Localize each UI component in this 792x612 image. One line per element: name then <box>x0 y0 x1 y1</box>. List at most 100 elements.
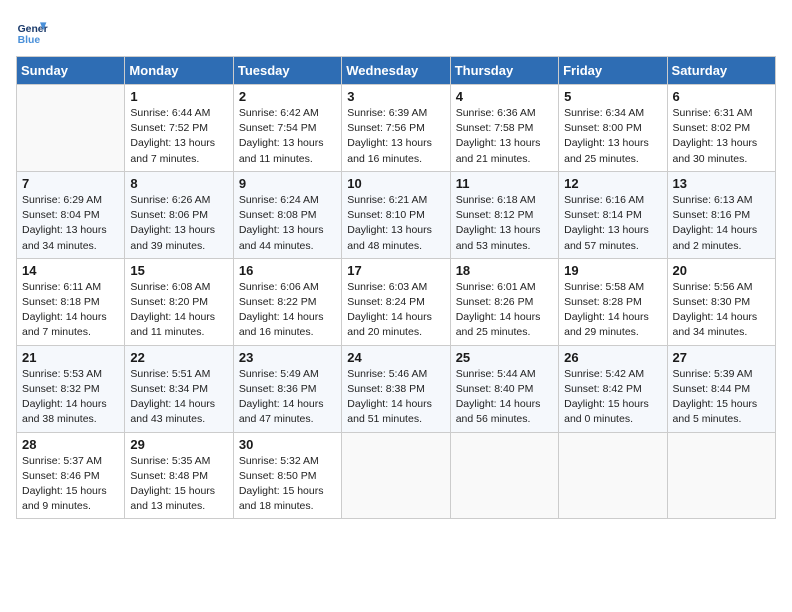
calendar-cell: 7 Sunrise: 6:29 AMSunset: 8:04 PMDaylight… <box>17 171 125 258</box>
day-detail: Sunrise: 6:11 AMSunset: 8:18 PMDaylight:… <box>22 280 119 341</box>
day-number: 9 <box>239 176 336 191</box>
logo-icon: General Blue <box>16 16 48 48</box>
calendar-cell <box>559 432 667 519</box>
calendar-cell: 15 Sunrise: 6:08 AMSunset: 8:20 PMDayligh… <box>125 258 233 345</box>
calendar-cell: 14Sunrise: 6:11 AMSunset: 8:18 PMDayligh… <box>17 258 125 345</box>
day-number: 23 <box>239 350 336 365</box>
calendar-cell: 27 Sunrise: 5:39 AMSunset: 8:44 PMDayligh… <box>667 345 775 432</box>
calendar-cell <box>342 432 450 519</box>
day-number: 27 <box>673 350 770 365</box>
calendar-cell: 20Sunrise: 5:56 AMSunset: 8:30 PMDayligh… <box>667 258 775 345</box>
calendar-table: SundayMondayTuesdayWednesdayThursdayFrid… <box>16 56 776 519</box>
day-detail: Sunrise: 6:36 AMSunset: 7:58 PMDaylight:… <box>456 106 553 167</box>
day-number: 11 <box>456 176 553 191</box>
calendar-cell: 18 Sunrise: 6:01 AMSunset: 8:26 PMDayligh… <box>450 258 558 345</box>
calendar-cell: 6 Sunrise: 6:31 AMSunset: 8:02 PMDaylight… <box>667 85 775 172</box>
day-number: 4 <box>456 89 553 104</box>
day-number: 17 <box>347 263 444 278</box>
day-detail: Sunrise: 6:21 AMSunset: 8:10 PMDaylight:… <box>347 193 444 254</box>
day-detail: Sunrise: 6:34 AMSunset: 8:00 PMDaylight:… <box>564 106 661 167</box>
day-number: 19 <box>564 263 661 278</box>
day-detail: Sunrise: 6:18 AMSunset: 8:12 PMDaylight:… <box>456 193 553 254</box>
day-detail: Sunrise: 6:44 AMSunset: 7:52 PMDaylight:… <box>130 106 227 167</box>
logo: General Blue <box>16 16 52 48</box>
calendar-week-row: 1Sunrise: 6:44 AMSunset: 7:52 PMDaylight… <box>17 85 776 172</box>
calendar-cell: 30 Sunrise: 5:32 AMSunset: 8:50 PMDayligh… <box>233 432 341 519</box>
calendar-cell: 12 Sunrise: 6:16 AMSunset: 8:14 PMDayligh… <box>559 171 667 258</box>
day-number: 30 <box>239 437 336 452</box>
day-detail: Sunrise: 6:39 AMSunset: 7:56 PMDaylight:… <box>347 106 444 167</box>
day-detail: Sunrise: 6:31 AMSunset: 8:02 PMDaylight:… <box>673 106 770 167</box>
day-number: 13 <box>673 176 770 191</box>
day-number: 15 <box>130 263 227 278</box>
day-detail: Sunrise: 5:39 AMSunset: 8:44 PMDaylight:… <box>673 367 770 428</box>
calendar-cell: 13 Sunrise: 6:13 AMSunset: 8:16 PMDayligh… <box>667 171 775 258</box>
day-number: 16 <box>239 263 336 278</box>
calendar-cell: 25Sunrise: 5:44 AMSunset: 8:40 PMDayligh… <box>450 345 558 432</box>
calendar-cell: 4 Sunrise: 6:36 AMSunset: 7:58 PMDaylight… <box>450 85 558 172</box>
calendar-cell: 17 Sunrise: 6:03 AMSunset: 8:24 PMDayligh… <box>342 258 450 345</box>
calendar-cell <box>17 85 125 172</box>
day-number: 5 <box>564 89 661 104</box>
calendar-cell: 26 Sunrise: 5:42 AMSunset: 8:42 PMDayligh… <box>559 345 667 432</box>
day-detail: Sunrise: 5:32 AMSunset: 8:50 PMDaylight:… <box>239 454 336 515</box>
calendar-cell: 29 Sunrise: 5:35 AMSunset: 8:48 PMDayligh… <box>125 432 233 519</box>
day-number: 29 <box>130 437 227 452</box>
calendar-cell: 10Sunrise: 6:21 AMSunset: 8:10 PMDayligh… <box>342 171 450 258</box>
col-header-sunday: Sunday <box>17 57 125 85</box>
calendar-cell: 9 Sunrise: 6:24 AMSunset: 8:08 PMDaylight… <box>233 171 341 258</box>
day-detail: Sunrise: 5:37 AMSunset: 8:46 PMDaylight:… <box>22 454 119 515</box>
calendar-cell: 21 Sunrise: 5:53 AMSunset: 8:32 PMDayligh… <box>17 345 125 432</box>
day-number: 2 <box>239 89 336 104</box>
calendar-cell <box>450 432 558 519</box>
svg-text:Blue: Blue <box>18 35 41 46</box>
day-number: 22 <box>130 350 227 365</box>
calendar-cell: 2Sunrise: 6:42 AMSunset: 7:54 PMDaylight… <box>233 85 341 172</box>
day-number: 21 <box>22 350 119 365</box>
day-number: 28 <box>22 437 119 452</box>
day-detail: Sunrise: 6:29 AMSunset: 8:04 PMDaylight:… <box>22 193 119 254</box>
day-detail: Sunrise: 5:42 AMSunset: 8:42 PMDaylight:… <box>564 367 661 428</box>
day-detail: Sunrise: 6:03 AMSunset: 8:24 PMDaylight:… <box>347 280 444 341</box>
day-number: 3 <box>347 89 444 104</box>
day-detail: Sunrise: 5:44 AMSunset: 8:40 PMDaylight:… <box>456 367 553 428</box>
page-header: General Blue <box>16 16 776 48</box>
day-detail: Sunrise: 5:35 AMSunset: 8:48 PMDaylight:… <box>130 454 227 515</box>
day-detail: Sunrise: 6:13 AMSunset: 8:16 PMDaylight:… <box>673 193 770 254</box>
col-header-thursday: Thursday <box>450 57 558 85</box>
day-detail: Sunrise: 6:24 AMSunset: 8:08 PMDaylight:… <box>239 193 336 254</box>
calendar-cell: 22 Sunrise: 5:51 AMSunset: 8:34 PMDayligh… <box>125 345 233 432</box>
col-header-wednesday: Wednesday <box>342 57 450 85</box>
calendar-cell: 8 Sunrise: 6:26 AMSunset: 8:06 PMDaylight… <box>125 171 233 258</box>
day-detail: Sunrise: 6:26 AMSunset: 8:06 PMDaylight:… <box>130 193 227 254</box>
day-number: 7 <box>22 176 119 191</box>
day-detail: Sunrise: 5:51 AMSunset: 8:34 PMDaylight:… <box>130 367 227 428</box>
calendar-week-row: 21 Sunrise: 5:53 AMSunset: 8:32 PMDayligh… <box>17 345 776 432</box>
day-number: 26 <box>564 350 661 365</box>
calendar-week-row: 28 Sunrise: 5:37 AMSunset: 8:46 PMDayligh… <box>17 432 776 519</box>
col-header-saturday: Saturday <box>667 57 775 85</box>
day-detail: Sunrise: 5:49 AMSunset: 8:36 PMDaylight:… <box>239 367 336 428</box>
day-detail: Sunrise: 5:58 AMSunset: 8:28 PMDaylight:… <box>564 280 661 341</box>
calendar-cell: 3 Sunrise: 6:39 AMSunset: 7:56 PMDaylight… <box>342 85 450 172</box>
col-header-friday: Friday <box>559 57 667 85</box>
day-detail: Sunrise: 6:06 AMSunset: 8:22 PMDaylight:… <box>239 280 336 341</box>
calendar-cell: 5 Sunrise: 6:34 AMSunset: 8:00 PMDaylight… <box>559 85 667 172</box>
day-detail: Sunrise: 5:53 AMSunset: 8:32 PMDaylight:… <box>22 367 119 428</box>
calendar-cell: 16 Sunrise: 6:06 AMSunset: 8:22 PMDayligh… <box>233 258 341 345</box>
calendar-cell: 28 Sunrise: 5:37 AMSunset: 8:46 PMDayligh… <box>17 432 125 519</box>
day-number: 6 <box>673 89 770 104</box>
calendar-cell: 19 Sunrise: 5:58 AMSunset: 8:28 PMDayligh… <box>559 258 667 345</box>
day-number: 20 <box>673 263 770 278</box>
calendar-header-row: SundayMondayTuesdayWednesdayThursdayFrid… <box>17 57 776 85</box>
day-number: 18 <box>456 263 553 278</box>
calendar-week-row: 7 Sunrise: 6:29 AMSunset: 8:04 PMDaylight… <box>17 171 776 258</box>
day-detail: Sunrise: 6:08 AMSunset: 8:20 PMDaylight:… <box>130 280 227 341</box>
day-detail: Sunrise: 6:01 AMSunset: 8:26 PMDaylight:… <box>456 280 553 341</box>
calendar-cell: 1Sunrise: 6:44 AMSunset: 7:52 PMDaylight… <box>125 85 233 172</box>
day-detail: Sunrise: 6:16 AMSunset: 8:14 PMDaylight:… <box>564 193 661 254</box>
col-header-monday: Monday <box>125 57 233 85</box>
day-number: 8 <box>130 176 227 191</box>
calendar-cell <box>667 432 775 519</box>
day-number: 12 <box>564 176 661 191</box>
